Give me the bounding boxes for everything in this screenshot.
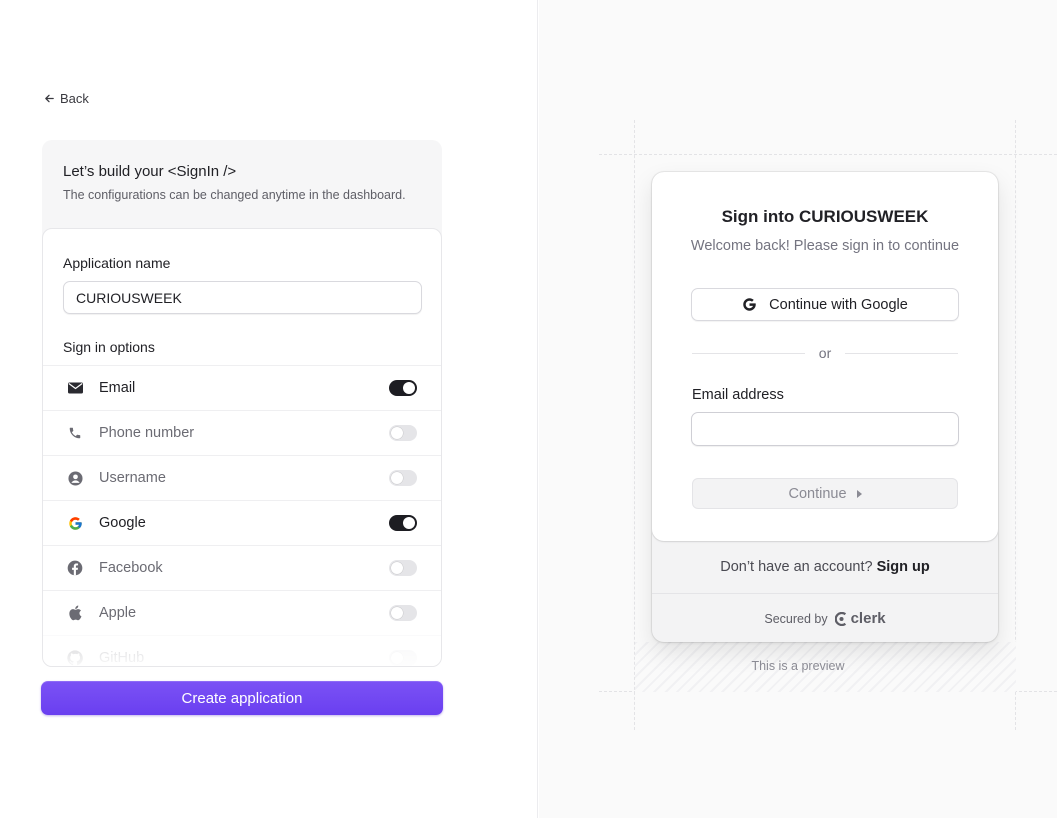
clerk-mark-icon	[834, 611, 846, 626]
option-label: Google	[99, 515, 146, 531]
github-icon	[67, 650, 83, 666]
facebook-toggle[interactable]	[389, 560, 417, 576]
guide-line	[599, 154, 1057, 155]
builder-pane: Back Let’s build your <SignIn /> The con…	[0, 0, 538, 818]
email-address-label: Email address	[692, 387, 784, 403]
facebook-icon	[67, 560, 83, 576]
email-toggle[interactable]	[389, 380, 417, 396]
email-address-input[interactable]	[691, 412, 959, 446]
back-link[interactable]: Back	[44, 91, 89, 106]
builder-form: Application name Sign in options Email P…	[42, 228, 442, 667]
github-toggle[interactable]	[389, 650, 417, 666]
username-toggle[interactable]	[389, 470, 417, 486]
google-toggle[interactable]	[389, 515, 417, 531]
sign-in-card: Sign into CURIOUSWEEK Welcome back! Plea…	[652, 172, 998, 642]
builder-card: Let’s build your <SignIn /> The configur…	[42, 140, 442, 667]
guide-line	[1015, 120, 1016, 730]
caret-right-icon	[856, 489, 862, 498]
apple-toggle[interactable]	[389, 605, 417, 621]
option-label: Username	[99, 470, 166, 486]
no-account-text: Don’t have an account?	[720, 559, 873, 575]
guide-line	[634, 120, 635, 730]
sign-in-title: Sign into CURIOUSWEEK	[721, 207, 929, 226]
option-email[interactable]: Email	[43, 365, 441, 410]
sign-in-subtitle: Welcome back! Please sign in to continue	[690, 238, 960, 254]
option-label: Email	[99, 380, 136, 396]
option-google[interactable]: Google	[43, 500, 441, 545]
footer-divider	[652, 593, 998, 594]
option-label: Phone number	[99, 425, 195, 441]
sign-in-options-label: Sign in options	[63, 339, 155, 355]
preview-pane: Sign into CURIOUSWEEK Welcome back! Plea…	[539, 0, 1057, 818]
secured-by-footer: Secured by clerk	[652, 610, 998, 627]
app-name-label: Application name	[63, 255, 171, 271]
app-name-input[interactable]	[63, 281, 422, 314]
option-label: Facebook	[99, 560, 163, 576]
or-label: or	[818, 345, 832, 361]
user-icon	[67, 470, 83, 486]
option-username[interactable]: Username	[43, 455, 441, 500]
preview-note: This is a preview	[751, 659, 845, 673]
google-icon	[67, 515, 83, 531]
or-divider: or	[692, 345, 959, 361]
sign-in-options-list: Email Phone number Username Google Faceb…	[43, 365, 441, 666]
option-phone[interactable]: Phone number	[43, 410, 441, 455]
option-label: Apple	[99, 605, 137, 621]
apple-icon	[67, 605, 83, 621]
option-github[interactable]: GitHub	[43, 635, 441, 666]
continue-with-google-button[interactable]: Continue with Google	[691, 288, 959, 321]
continue-label: Continue	[788, 485, 847, 502]
continue-button[interactable]: Continue	[692, 478, 958, 509]
sign-up-row: Don’t have an account? Sign up	[652, 559, 998, 575]
back-label: Back	[60, 91, 89, 106]
clerk-logo[interactable]: clerk	[834, 610, 886, 627]
email-icon	[67, 380, 83, 396]
create-application-button[interactable]: Create application	[41, 681, 443, 715]
option-apple[interactable]: Apple	[43, 590, 441, 635]
sign-in-main: Sign into CURIOUSWEEK Welcome back! Plea…	[652, 172, 998, 541]
secured-by-text: Secured by	[764, 611, 828, 626]
phone-icon	[67, 425, 83, 441]
option-label: GitHub	[99, 650, 145, 666]
arrow-left-icon	[45, 94, 54, 103]
sign-up-link[interactable]: Sign up	[877, 559, 930, 575]
builder-subtitle: The configurations can be changed anytim…	[63, 188, 406, 202]
google-g-icon	[743, 298, 756, 311]
option-facebook[interactable]: Facebook	[43, 545, 441, 590]
google-button-label: Continue with Google	[769, 296, 908, 313]
phone-toggle[interactable]	[389, 425, 417, 441]
builder-title: Let’s build your <SignIn />	[63, 163, 237, 180]
clerk-wordmark: clerk	[850, 610, 886, 627]
